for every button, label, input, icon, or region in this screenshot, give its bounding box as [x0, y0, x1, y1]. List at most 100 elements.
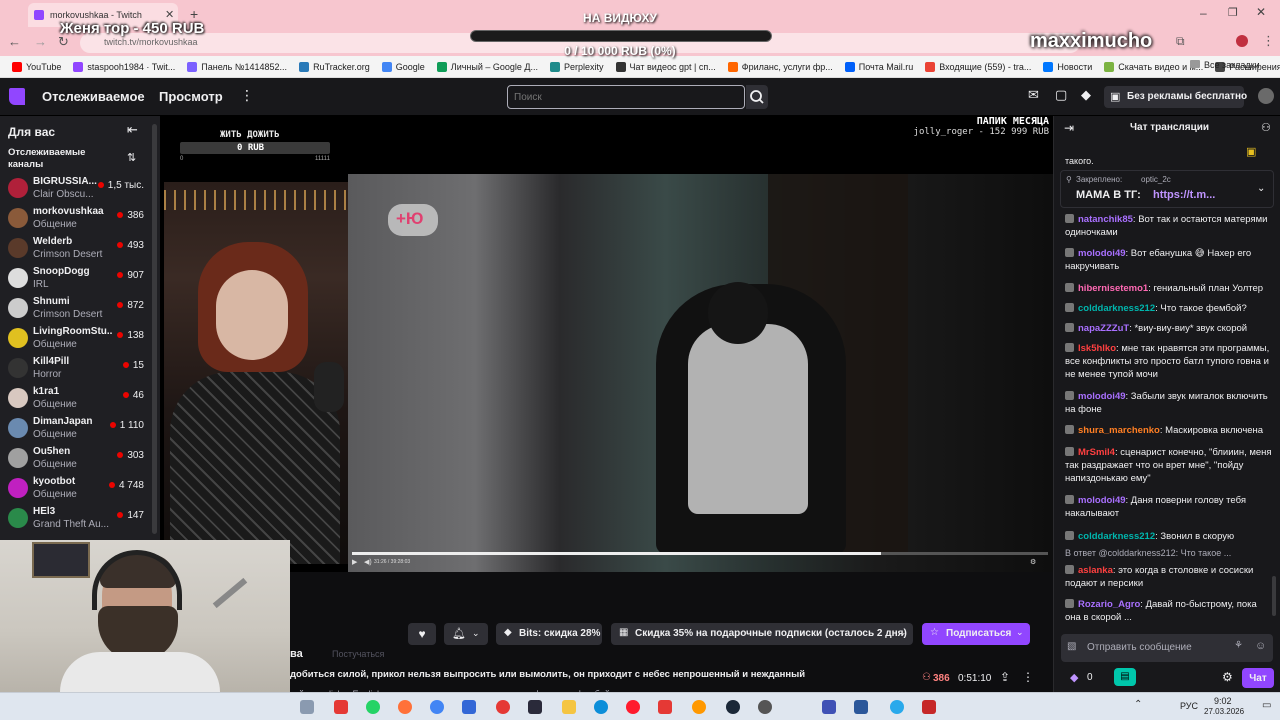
chat-username[interactable]: natanchik85 — [1078, 214, 1133, 225]
whatsapp-icon[interactable] — [366, 700, 380, 714]
sidebar-channel-item[interactable]: Welderb Crimson Desert 493 — [0, 234, 150, 264]
nav-following[interactable]: Отслеживаемое — [42, 89, 145, 104]
expand-pinned-icon[interactable]: ⌄ — [1257, 183, 1265, 194]
embedded-play-icon[interactable]: ▶ — [352, 558, 357, 566]
bookmark-item[interactable]: Входящие (559) - tra... — [919, 61, 1037, 72]
chat-message[interactable]: molodoi49: Вот ебанушка 😅 Нахер его накр… — [1065, 247, 1275, 273]
video-player[interactable]: ЖИТЬ ДОЖИТЬ 0 RUB 0 11111 ПАПИК МЕСЯЦА j… — [160, 116, 1053, 572]
edge-icon[interactable] — [594, 700, 608, 714]
gift-badge-icon[interactable]: ▣ — [1246, 145, 1256, 158]
chat-message[interactable]: MrSmil4: сценарист конечно, "блииин, мен… — [1065, 446, 1275, 485]
notification-icon[interactable]: ▭ — [1262, 700, 1271, 711]
chat-username[interactable]: molodoi49 — [1078, 495, 1126, 506]
chat-username[interactable]: colddarkness212 — [1078, 531, 1155, 542]
bookmark-item[interactable]: staspooh1984 · Twit... — [67, 61, 181, 72]
nav-browse[interactable]: Просмотр — [159, 89, 223, 104]
folder-taskbar-icon[interactable] — [562, 700, 576, 714]
chat-scrollbar[interactable] — [1272, 576, 1276, 616]
explorer-icon[interactable] — [300, 700, 314, 714]
extensions-icon[interactable]: ⧉ — [1176, 34, 1185, 49]
chat-users-icon[interactable]: ⚇ — [1261, 121, 1271, 134]
chat-message[interactable]: shura_marchenko: Маскировка включена — [1065, 424, 1275, 437]
chrome-icon[interactable] — [430, 700, 444, 714]
more-options-icon[interactable]: ⋮ — [1022, 670, 1034, 684]
sidebar-channel-item[interactable]: HEl3 Grand Theft Au... 147 — [0, 504, 150, 534]
channel-points-icon[interactable]: ◆ — [1070, 671, 1078, 684]
bookmark-item[interactable]: YouTube — [6, 61, 67, 72]
search-button[interactable] — [746, 85, 768, 109]
bookmark-item[interactable]: Почта Mail.ru — [839, 61, 920, 72]
inbox-icon[interactable]: ✉ — [1028, 87, 1039, 103]
more-icon[interactable]: ⋮ — [240, 87, 254, 104]
chat-username[interactable]: molodoi49 — [1078, 248, 1126, 259]
like-button[interactable]: ♥ — [408, 623, 436, 645]
sidebar-channel-item[interactable]: SnoopDogg IRL 907 — [0, 264, 150, 294]
gift-sub-button[interactable]: ▦ Скидка 35% на подарочные подписки (ост… — [611, 623, 913, 645]
menu-icon[interactable]: ⋮ — [1262, 33, 1275, 49]
telegram-icon[interactable] — [890, 700, 904, 714]
bits-button[interactable]: ◆ Bits: скидка 28% — [496, 623, 602, 645]
chat-message[interactable]: molodoi49: Даня поверни голову тебя нака… — [1065, 494, 1275, 520]
chat-message[interactable]: molodoi49: Забыли звук мигалок включить … — [1065, 390, 1275, 416]
chat-settings-icon[interactable]: ⚙ — [1222, 670, 1233, 684]
sidebar-channel-item[interactable]: Shnumi Crimson Desert 872 — [0, 294, 150, 324]
chat-message[interactable]: colddarkness212: Что такое фембой? — [1065, 302, 1275, 315]
forward-icon[interactable]: → — [34, 34, 47, 49]
embedded-volume-icon[interactable]: ◀) — [364, 558, 372, 566]
minimize-icon[interactable]: – — [1200, 6, 1207, 20]
chat-username[interactable]: aslanka — [1078, 565, 1113, 576]
sidebar-channel-item[interactable]: k1ra1 Общение 46 — [0, 384, 150, 414]
chat-username[interactable]: hibernisetemo1 — [1078, 283, 1148, 294]
bookmark-item[interactable]: Google — [376, 61, 431, 72]
pinned-link[interactable]: https://t.m... — [1153, 189, 1215, 201]
app-icon-colorful[interactable] — [692, 700, 706, 714]
whispers-icon[interactable]: ▢ — [1055, 87, 1067, 103]
bookmark-item[interactable]: Perplexity — [544, 61, 610, 72]
yandex-icon[interactable] — [334, 700, 348, 714]
chat-input[interactable]: ▧ Отправить сообщение ⚘ ☺ — [1061, 634, 1273, 662]
profile-icon[interactable] — [1236, 35, 1248, 47]
chat-username[interactable]: molodoi49 — [1078, 391, 1126, 402]
chat-send-button[interactable]: Чат — [1242, 668, 1274, 688]
bookmark-item[interactable]: Личный – Google Д... — [431, 61, 544, 72]
collapse-sidebar-icon[interactable]: ⇤ — [127, 122, 138, 138]
word-icon[interactable] — [854, 700, 868, 714]
crown-icon[interactable]: ◆ — [1081, 87, 1091, 103]
chat-message[interactable]: napaZZZuT: *виу-виу-виу* звук скорой — [1065, 322, 1275, 335]
sidebar-channel-item[interactable]: Kill4Pill Horror 15 — [0, 354, 150, 384]
chat-message[interactable]: lsk5hlko: мне так нравятся эти программы… — [1065, 342, 1275, 381]
share-icon[interactable]: ⇪ — [1000, 670, 1010, 684]
pinned-message[interactable]: ⚲ Закреплено: optic_2c МАМА В ТГ: https:… — [1060, 170, 1274, 208]
bookmark-item[interactable]: Чат видеос gpt | сп... — [610, 61, 722, 72]
sidebar-channel-item[interactable]: kyootbot Общение 4 748 — [0, 474, 150, 504]
chat-username[interactable]: napaZZZuT — [1078, 323, 1129, 334]
bookmark-item[interactable]: Новости — [1037, 61, 1098, 72]
chat-message[interactable]: colddarkness212: Звонил в скорую — [1065, 530, 1275, 543]
app-icon-dark[interactable] — [528, 700, 542, 714]
chat-username[interactable]: MrSmil4 — [1078, 447, 1115, 458]
yandex-browser-icon[interactable] — [496, 700, 510, 714]
bits-cheer-icon[interactable]: ⚘ — [1234, 640, 1243, 651]
restore-icon[interactable]: ❐ — [1228, 6, 1238, 19]
embedded-settings-icon[interactable]: ⚙ — [1030, 558, 1036, 566]
back-icon[interactable]: ← — [8, 34, 21, 49]
clock-date[interactable]: 27.03.2026 — [1204, 707, 1244, 716]
collapse-chat-icon[interactable]: ⇥ — [1064, 121, 1074, 135]
sidebar-channel-item[interactable]: BIGRUSSIA... Clair Obscu... 1,5 тыс. — [0, 174, 150, 204]
clock-time[interactable]: 9:02 — [1214, 696, 1232, 706]
follow-label[interactable]: Постучаться — [332, 649, 384, 659]
yandex-music-icon[interactable] — [658, 700, 672, 714]
chat-username[interactable]: Rozario_Agro — [1078, 599, 1140, 610]
embedded-progress-track[interactable] — [352, 552, 1048, 555]
sidebar-channel-item[interactable]: Ou5hen Общение 303 — [0, 444, 150, 474]
bookmark-item[interactable]: RuTracker.org — [293, 61, 376, 72]
twitch-logo-icon[interactable] — [9, 88, 25, 105]
opera-icon[interactable] — [626, 700, 640, 714]
avatar[interactable] — [1258, 88, 1274, 104]
ad-free-button[interactable]: ▣ Без рекламы бесплатно — [1104, 86, 1247, 108]
tray-chevron-icon[interactable]: ⌃ — [1134, 699, 1142, 710]
emoji-icon[interactable]: ☺ — [1255, 640, 1266, 652]
notifications-button[interactable]: 🔔︎ ⌄ — [444, 623, 488, 645]
chat-badge-icon[interactable]: ▧ — [1067, 641, 1076, 652]
chat-message[interactable]: aslanka: это когда в столовке и сосиски … — [1065, 564, 1275, 590]
